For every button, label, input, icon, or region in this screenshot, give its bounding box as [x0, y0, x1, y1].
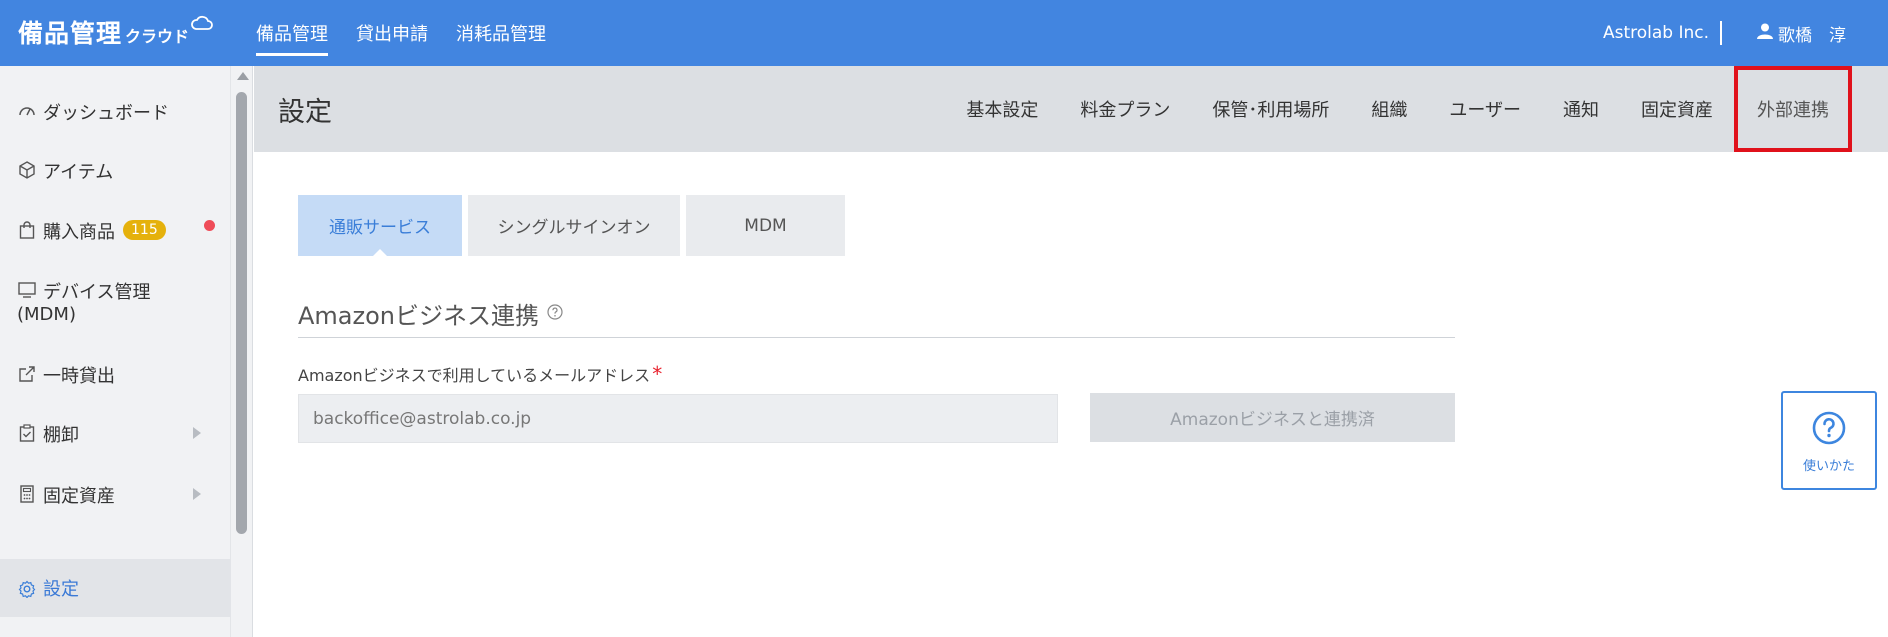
scroll-up-arrow-icon[interactable]: [237, 72, 249, 80]
subtab-mdm[interactable]: MDM: [686, 195, 845, 256]
sidebar-item-purchases[interactable]: 購入商品 115: [0, 218, 231, 244]
topnav-item-consumables[interactable]: 消耗品管理: [456, 0, 546, 66]
sidebar-item-label-2: (MDM): [17, 304, 76, 325]
external-link-icon: [17, 364, 37, 384]
tab-users[interactable]: ユーザー: [1428, 66, 1542, 152]
dashboard-icon: [17, 101, 37, 121]
calculator-icon: [17, 484, 37, 504]
sidebar-item-items[interactable]: アイテム: [0, 158, 231, 184]
sidebar-item-label: 購入商品: [43, 222, 115, 243]
help-widget-label: 使いかた: [1802, 459, 1855, 474]
user-icon: [1756, 22, 1778, 45]
question-circle-icon: [1812, 411, 1846, 449]
tab-pricing-plan[interactable]: 料金プラン: [1059, 66, 1191, 152]
cloud-icon: [191, 15, 213, 35]
settings-header: 設定 基本設定 料金プラン 保管･利用場所 組織 ユーザー 通知 固定資産 外部…: [254, 66, 1888, 152]
subtab-ecommerce[interactable]: 通販サービス: [298, 195, 462, 257]
tab-basic-settings[interactable]: 基本設定: [945, 66, 1059, 152]
count-badge: 115: [123, 220, 166, 240]
sidebar-item-label: 一時貸出: [43, 366, 115, 387]
tab-fixed-assets[interactable]: 固定資産: [1620, 66, 1734, 152]
help-widget[interactable]: 使いかた: [1781, 391, 1877, 490]
sidebar-item-label: 固定資産: [43, 486, 115, 507]
sidebar-item-label: 棚卸: [43, 425, 79, 446]
sidebar-scrollbar[interactable]: [231, 66, 253, 637]
sidebar: ダッシュボード アイテム 購入商品 115 デバイス管理 (MDM) 一時貸出: [0, 66, 231, 637]
cube-icon: [17, 160, 37, 180]
scroll-thumb[interactable]: [236, 92, 247, 534]
tab-external-integration[interactable]: 外部連携: [1734, 66, 1852, 152]
settings-tabs: 基本設定 料金プラン 保管･利用場所 組織 ユーザー 通知 固定資産 外部連携: [945, 66, 1888, 152]
required-mark: *: [652, 362, 663, 386]
sidebar-item-label: ダッシュボード: [43, 103, 169, 124]
header-divider: [1720, 21, 1722, 45]
logo-text: 備品管理: [18, 19, 123, 48]
gear-icon: [17, 579, 37, 599]
help-circle-icon[interactable]: [547, 298, 563, 326]
clipboard-check-icon: [17, 423, 37, 443]
subtab-sso[interactable]: シングルサインオン: [468, 195, 680, 256]
sidebar-item-settings[interactable]: 設定: [0, 559, 231, 617]
sidebar-item-temp-lending[interactable]: 一時貸出: [0, 362, 231, 388]
section-title: Amazonビジネス連携: [298, 296, 563, 331]
sidebar-item-label: 設定: [43, 579, 79, 600]
app-logo[interactable]: 備品管理 クラウド: [18, 14, 213, 50]
topnav-item-lending[interactable]: 貸出申請: [356, 0, 428, 66]
sidebar-item-mdm[interactable]: デバイス管理 (MDM): [0, 278, 231, 325]
tab-notifications[interactable]: 通知: [1542, 66, 1620, 152]
monitor-icon: [17, 280, 37, 300]
page-title: 設定: [278, 97, 332, 128]
company-name[interactable]: Astrolab Inc.: [1603, 0, 1709, 66]
email-field-label: Amazonビジネスで利用しているメールアドレス *: [298, 362, 662, 386]
sidebar-item-fixed-assets[interactable]: 固定資産: [0, 482, 231, 508]
tab-storage-location[interactable]: 保管･利用場所: [1191, 66, 1350, 152]
top-header: 備品管理 クラウド 備品管理 貸出申請 消耗品管理 Astrolab Inc. …: [0, 0, 1888, 66]
email-field[interactable]: [298, 394, 1058, 443]
chevron-right-icon: [193, 488, 201, 500]
tab-organization[interactable]: 組織: [1350, 66, 1428, 152]
sidebar-item-inventory[interactable]: 棚卸: [0, 421, 231, 447]
amazon-linked-button[interactable]: Amazonビジネスと連携済: [1090, 393, 1455, 442]
user-menu[interactable]: 歌橋 淳: [1756, 0, 1846, 66]
sidebar-item-dashboard[interactable]: ダッシュボード: [0, 99, 231, 125]
topnav-item-equipment[interactable]: 備品管理: [256, 0, 328, 66]
section-divider: [298, 337, 1455, 338]
logo-sub: クラウド: [125, 27, 190, 46]
integration-subtabs: 通販サービス シングルサインオン MDM: [298, 195, 851, 257]
chevron-right-icon: [193, 427, 201, 439]
top-nav: 備品管理 貸出申請 消耗品管理: [256, 0, 574, 66]
notification-dot: [204, 220, 215, 231]
sidebar-item-label: アイテム: [43, 162, 114, 183]
user-name: 歌橋 淳: [1778, 25, 1846, 46]
shopping-bag-icon: [17, 220, 37, 240]
email-field-label-text: Amazonビジネスで利用しているメールアドレス: [298, 366, 651, 385]
section-title-text: Amazonビジネス連携: [298, 302, 539, 330]
sidebar-item-label: デバイス管理: [43, 282, 151, 303]
